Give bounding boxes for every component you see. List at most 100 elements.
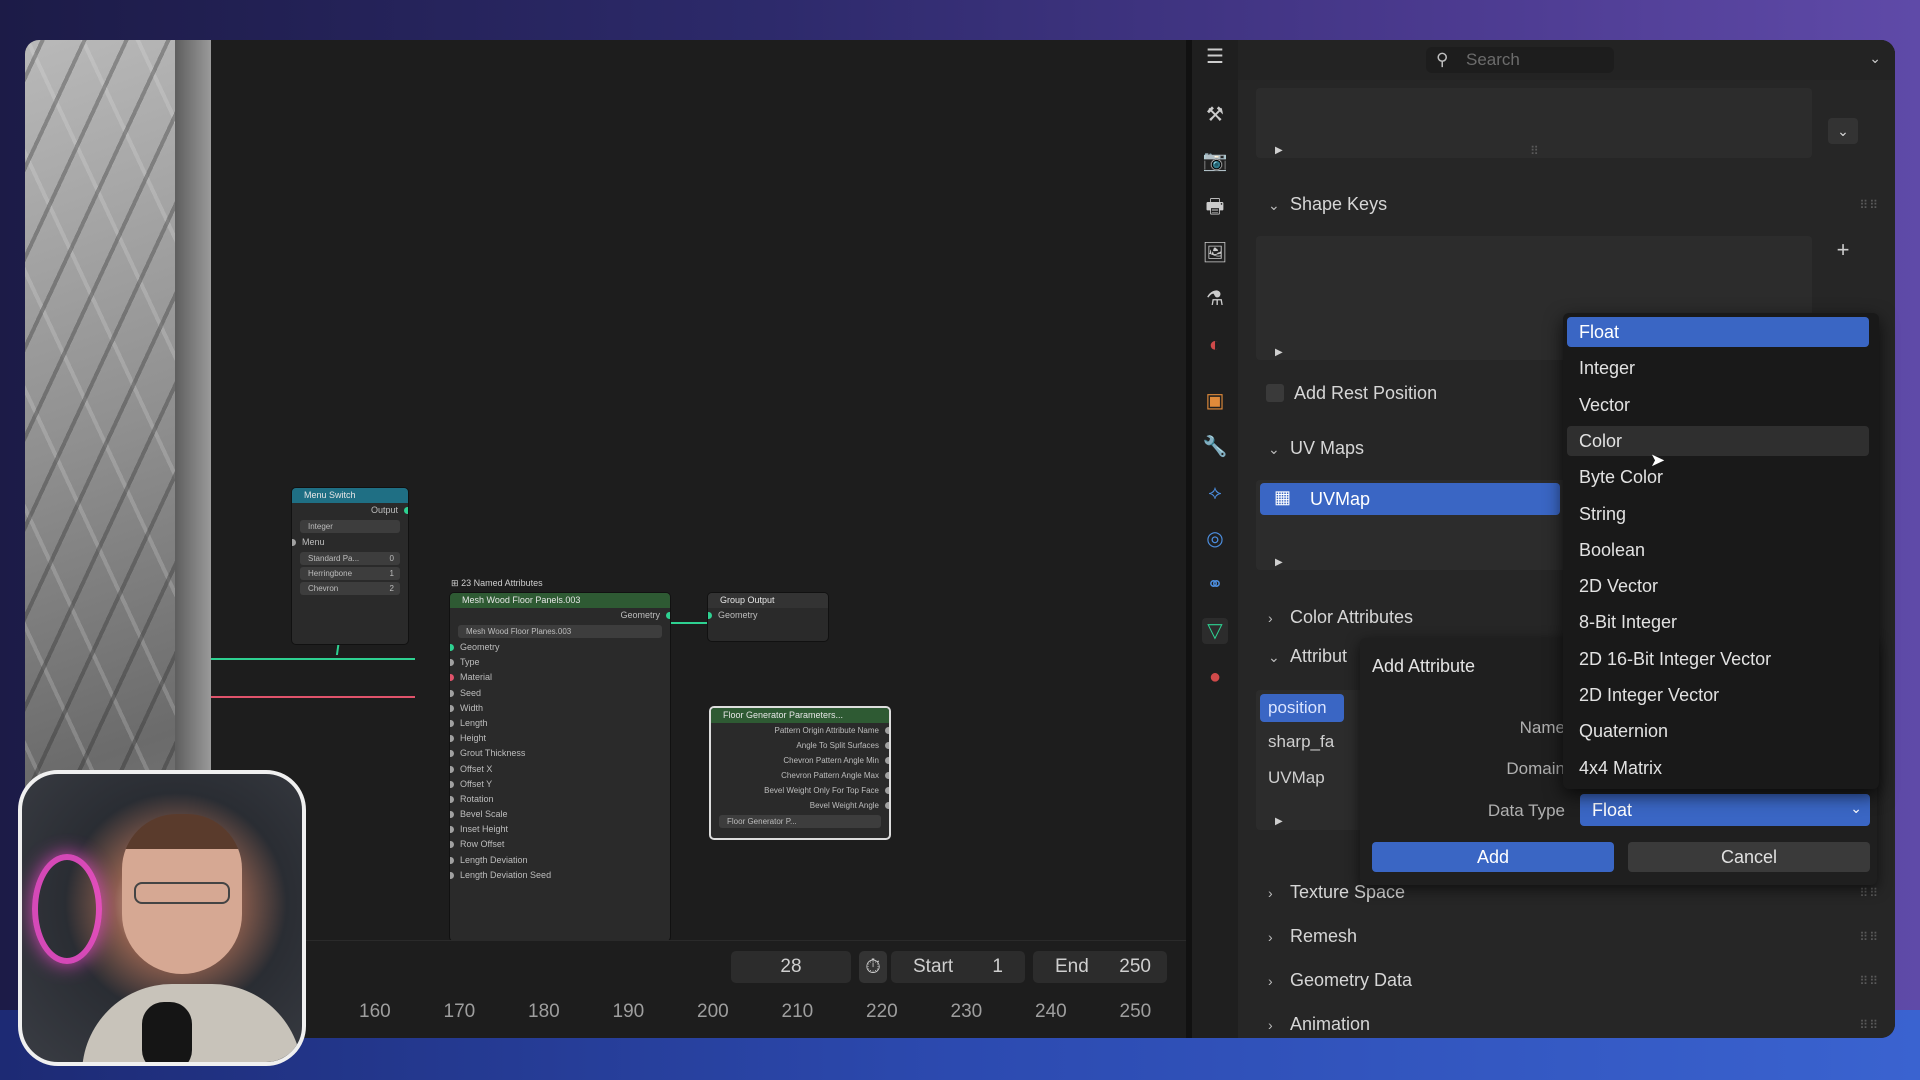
data-type-select[interactable]: Float ⌄ <box>1580 794 1870 826</box>
dropdown-option[interactable]: Color <box>1567 425 1869 456</box>
node-title: Menu Switch <box>292 488 408 503</box>
node-input-socket: Type <box>450 655 670 670</box>
node-output-socket: Chevron Pattern Angle Min <box>711 753 889 768</box>
geometry-data-header[interactable]: › Geometry Data <box>1268 970 1412 991</box>
group-output-node[interactable]: Group Output Geometry <box>707 592 829 642</box>
dropdown-option[interactable]: String <box>1567 499 1869 529</box>
start-frame-field[interactable]: Start 1 <box>891 951 1025 983</box>
expand-triangle-icon[interactable]: ▶ <box>1275 816 1283 827</box>
timeline-tick: 170 <box>443 1001 476 1022</box>
cancel-button[interactable]: Cancel <box>1628 842 1870 872</box>
add-rest-position-checkbox[interactable] <box>1266 384 1284 402</box>
attribute-item[interactable]: position <box>1260 694 1344 722</box>
timeline-tick: 160 <box>359 1001 391 1022</box>
drag-handle-icon[interactable]: ⠿⠿ <box>1859 1018 1879 1032</box>
stopwatch-icon[interactable]: ⏱ <box>859 951 887 983</box>
menu-item[interactable]: Herringbone 1 <box>300 567 400 580</box>
uv-map-item[interactable]: ▦ UVMap <box>1260 483 1560 515</box>
node-input-socket: Offset Y <box>450 777 670 792</box>
menu-switch-node[interactable]: Menu Switch Output Integer Menu Standard… <box>291 487 409 645</box>
expand-triangle-icon[interactable]: ▶ <box>1275 145 1283 156</box>
node-input-socket: Offset X <box>450 762 670 777</box>
dropdown-option[interactable]: Quaternion <box>1567 716 1869 746</box>
add-shape-key-button[interactable]: + <box>1828 237 1858 265</box>
node-input-socket: Row Offset <box>450 837 670 852</box>
modifier-icon[interactable]: 🔧 <box>1202 434 1228 460</box>
mesh-data-icon[interactable]: ▽ <box>1202 618 1228 644</box>
popup-title: Add Attribute <box>1372 656 1476 676</box>
timeline-tick: 180 <box>528 1001 560 1022</box>
node-input-socket: Height <box>450 731 670 746</box>
node-input-socket: Geometry <box>450 640 670 655</box>
dropdown-option[interactable]: 2D Vector <box>1567 571 1869 601</box>
dropdown-option[interactable]: 8-Bit Integer <box>1567 607 1869 637</box>
node-input-socket: Material <box>450 670 670 685</box>
name-label: Name <box>1519 718 1565 737</box>
presenter-body <box>82 984 302 1062</box>
timeline[interactable]: 28 ⏱ Start 1 End 250 160 170 180 190 200 210 2… <box>211 940 1186 1038</box>
dropdown-option[interactable]: 2D Integer Vector <box>1567 680 1869 710</box>
animation-header[interactable]: › Animation <box>1268 1014 1370 1035</box>
uv-maps-header[interactable]: ⌄ UV Maps <box>1268 438 1364 459</box>
view-layer-icon[interactable]: 🖼 <box>1202 240 1228 266</box>
drag-handle-icon[interactable]: ⠿⠿ <box>1859 198 1879 212</box>
neon-light <box>32 854 102 964</box>
timeline-tick: 210 <box>781 1001 814 1022</box>
particles-icon[interactable]: ⟡ <box>1202 480 1228 506</box>
microphone <box>142 1002 192 1062</box>
dropdown-option[interactable]: Byte Color <box>1567 462 1869 492</box>
end-frame-field[interactable]: End 250 <box>1033 951 1167 983</box>
object-icon[interactable]: ▣ <box>1202 388 1228 414</box>
expand-triangle-icon[interactable]: ▶ <box>1275 347 1283 358</box>
dropdown-option[interactable]: 4x4 Matrix <box>1567 753 1869 783</box>
chevron-down-icon[interactable]: ⌄ <box>1828 118 1858 144</box>
world-icon[interactable]: ◐ <box>1202 332 1228 358</box>
color-attributes-header[interactable]: › Color Attributes <box>1268 607 1413 628</box>
expand-triangle-icon[interactable]: ▶ <box>1275 557 1283 568</box>
menu-item[interactable]: Standard Pa... 0 <box>300 552 400 565</box>
node-group-select[interactable]: Floor Generator P... <box>719 815 881 828</box>
attribute-item[interactable]: UVMap <box>1268 768 1325 788</box>
node-group-select[interactable]: Mesh Wood Floor Planes.003 <box>458 625 662 638</box>
node-output-socket: Pattern Origin Attribute Name <box>711 723 889 738</box>
remesh-header[interactable]: › Remesh <box>1268 926 1357 947</box>
wood-floor-group-node[interactable]: Mesh Wood Floor Panels.003 Geometry Mesh… <box>449 592 671 942</box>
drag-handle-icon[interactable]: ⠿⠿ <box>1859 930 1879 944</box>
output-icon[interactable]: 🖶 <box>1202 194 1228 220</box>
frame-label: ⊞ 23 Named Attributes <box>451 578 543 588</box>
node-input-socket: Width <box>450 701 670 716</box>
attribute-item[interactable]: sharp_fa <box>1268 732 1334 752</box>
node-output: Output <box>292 503 408 518</box>
shape-keys-header[interactable]: ⌄ Shape Keys <box>1268 194 1387 215</box>
node-input-socket: Length Deviation <box>450 853 670 868</box>
floor-generator-params-node[interactable]: Floor Generator Parameters... Pattern Or… <box>709 706 891 840</box>
current-frame-field[interactable]: 28 <box>731 951 851 983</box>
scene-icon[interactable]: ⚗ <box>1202 286 1228 312</box>
physics-icon[interactable]: ◎ <box>1202 526 1228 552</box>
editor-type-icon[interactable]: ☰ <box>1202 44 1228 70</box>
constraints-icon[interactable]: ⚭ <box>1202 572 1228 598</box>
dropdown-option[interactable]: Boolean <box>1567 535 1869 565</box>
tool-icon[interactable]: ⚒ <box>1202 102 1228 128</box>
attributes-header[interactable]: ⌄ Attribut <box>1268 646 1347 667</box>
dropdown-option[interactable]: Vector <box>1567 390 1869 420</box>
drag-handle-icon[interactable]: ⠿⠿ <box>1859 974 1879 988</box>
dropdown-option[interactable]: Integer <box>1567 353 1869 383</box>
texture-space-header[interactable]: › Texture Space <box>1268 882 1405 903</box>
node-title: Floor Generator Parameters... <box>711 708 889 723</box>
chevron-down-icon: ⌄ <box>1850 800 1862 816</box>
node-editor[interactable]: Menu Switch Output Integer Menu Standard… <box>211 40 1186 942</box>
drag-handle-icon[interactable]: ⠿⠿ <box>1859 886 1879 900</box>
data-type-label: Data Type <box>1487 801 1565 820</box>
menu-item[interactable]: Chevron 2 <box>300 582 400 595</box>
search-input[interactable]: ⚲ Search <box>1426 47 1614 73</box>
type-select[interactable]: Integer <box>300 520 400 533</box>
add-button[interactable]: Add <box>1372 842 1614 872</box>
resize-grip-icon[interactable]: ⠿ <box>1530 144 1540 158</box>
chevron-down-icon[interactable]: ⌄ <box>1869 50 1881 67</box>
dropdown-option[interactable]: 2D 16-Bit Integer Vector <box>1567 644 1869 674</box>
wire-geometry <box>211 658 415 660</box>
material-icon[interactable]: ● <box>1202 664 1228 690</box>
render-icon[interactable]: 📷 <box>1202 148 1228 174</box>
dropdown-option[interactable]: Float <box>1567 317 1869 347</box>
